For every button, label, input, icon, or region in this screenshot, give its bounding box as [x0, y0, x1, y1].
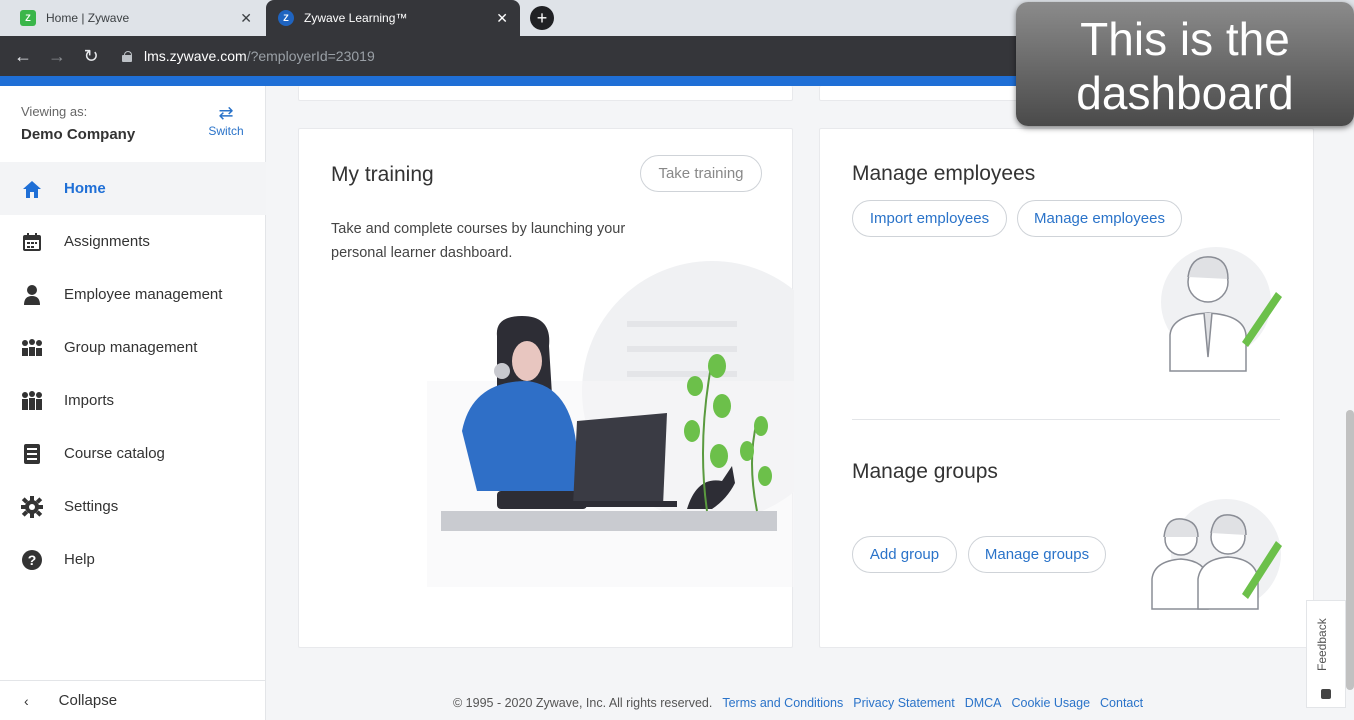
my-training-description: Take and complete courses by launching y… — [331, 221, 626, 261]
manage-groups-title: Manage groups — [852, 460, 998, 483]
employee-illustration — [1161, 247, 1282, 372]
sidebar-item-assignments[interactable]: Assignments — [0, 215, 266, 268]
manage-employees-button[interactable]: Manage employees — [1017, 200, 1182, 237]
my-training-title: My training — [331, 163, 434, 186]
my-training-card: My training Take training Take and compl… — [298, 128, 794, 648]
catalog-icon — [21, 443, 43, 465]
sidebar-item-label: Help — [64, 551, 95, 568]
url-host: lms.zywave.com — [144, 48, 247, 64]
zywave-favicon-icon: Z — [20, 10, 36, 26]
tab-label: Zywave Learning™ — [304, 11, 408, 25]
browser-tab-home[interactable]: Z Home | Zywave ✕ — [8, 0, 264, 36]
privacy-link[interactable]: Privacy Statement — [853, 696, 954, 710]
add-group-button[interactable]: Add group — [852, 536, 957, 573]
sidebar-item-home[interactable]: Home — [0, 162, 266, 215]
viewing-as-label: Viewing as: — [21, 104, 88, 119]
close-icon[interactable]: ✕ — [240, 10, 252, 27]
new-tab-plus-icon[interactable]: + — [530, 6, 554, 30]
imports-icon — [21, 390, 43, 412]
collapse-button[interactable]: ‹ Collapse — [0, 680, 266, 720]
manage-groups-button[interactable]: Manage groups — [968, 536, 1106, 573]
import-employees-button[interactable]: Import employees — [852, 200, 1007, 237]
manage-card: Manage employees Import employees Manage… — [819, 128, 1314, 648]
card-above-training — [298, 86, 793, 101]
switch-label: Switch — [208, 124, 244, 138]
help-icon: ? — [21, 549, 43, 571]
feedback-tab[interactable]: Feedback — [1306, 600, 1346, 708]
sidebar-item-label: Group management — [64, 339, 198, 356]
dmca-link[interactable]: DMCA — [965, 696, 1002, 710]
tab-label: Home | Zywave — [46, 11, 130, 25]
browser-tab-learning[interactable]: Z Zywave Learning™ ✕ — [266, 0, 520, 36]
svg-text:?: ? — [28, 552, 37, 568]
sidebar: Viewing as: Demo Company ⇄ Switch Home A… — [0, 86, 266, 720]
caption-line-1: This is the — [1080, 13, 1290, 65]
person-icon — [21, 284, 43, 306]
feedback-icon — [1321, 689, 1331, 699]
zywave-favicon-icon: Z — [278, 10, 294, 26]
group-illustration — [1151, 499, 1282, 610]
terms-link[interactable]: Terms and Conditions — [722, 696, 843, 710]
sidebar-item-help[interactable]: ? Help — [0, 533, 266, 586]
sidebar-item-label: Settings — [64, 498, 119, 515]
lock-icon — [122, 50, 132, 62]
company-name: Demo Company — [21, 126, 136, 143]
sidebar-item-group-management[interactable]: Group management — [0, 321, 266, 374]
copyright-text: © 1995 - 2020 Zywave, Inc. All rights re… — [453, 696, 713, 710]
chevron-left-icon: ‹ — [24, 692, 29, 709]
card-above-manage — [819, 86, 1019, 101]
sidebar-item-settings[interactable]: Settings — [0, 480, 266, 533]
swap-arrows-icon: ⇄ — [218, 103, 234, 123]
switch-button[interactable]: ⇄ Switch — [204, 102, 248, 138]
sidebar-item-imports[interactable]: Imports — [0, 374, 266, 427]
card-divider — [852, 419, 1280, 420]
cookie-usage-link[interactable]: Cookie Usage — [1012, 696, 1091, 710]
manage-employees-title: Manage employees — [852, 162, 1036, 185]
scrollbar-thumb[interactable] — [1346, 410, 1354, 690]
footer: © 1995 - 2020 Zywave, Inc. All rights re… — [453, 696, 1143, 710]
url-path: /?employerId=23019 — [246, 48, 375, 64]
group-icon — [21, 337, 43, 359]
feedback-label: Feedback — [1315, 618, 1329, 671]
sidebar-item-label: Imports — [64, 392, 115, 409]
reload-icon[interactable]: ↻ — [74, 46, 108, 67]
forward-arrow-icon[interactable]: → — [40, 46, 74, 67]
sidebar-item-employee-management[interactable]: Employee management — [0, 268, 266, 321]
learner-illustration — [427, 261, 794, 587]
caption-overlay: This is the dashboard — [1016, 2, 1354, 126]
sidebar-item-label: Course catalog — [64, 445, 165, 462]
sidebar-item-label: Home — [64, 180, 106, 197]
sidebar-item-label: Employee management — [64, 286, 223, 303]
sidebar-item-label: Assignments — [64, 233, 150, 250]
caption-line-2: dashboard — [1076, 67, 1294, 119]
sidebar-item-course-catalog[interactable]: Course catalog — [0, 427, 266, 480]
gear-icon — [21, 495, 43, 518]
collapse-label: Collapse — [58, 692, 118, 709]
take-training-button[interactable]: Take training — [640, 155, 762, 192]
back-arrow-icon[interactable]: ← — [6, 46, 40, 67]
calendar-icon — [21, 231, 43, 253]
home-icon — [21, 178, 43, 200]
address-bar[interactable]: lms.zywave.com /?employerId=23019 — [122, 48, 375, 64]
contact-link[interactable]: Contact — [1100, 696, 1143, 710]
close-icon[interactable]: ✕ — [496, 10, 508, 27]
